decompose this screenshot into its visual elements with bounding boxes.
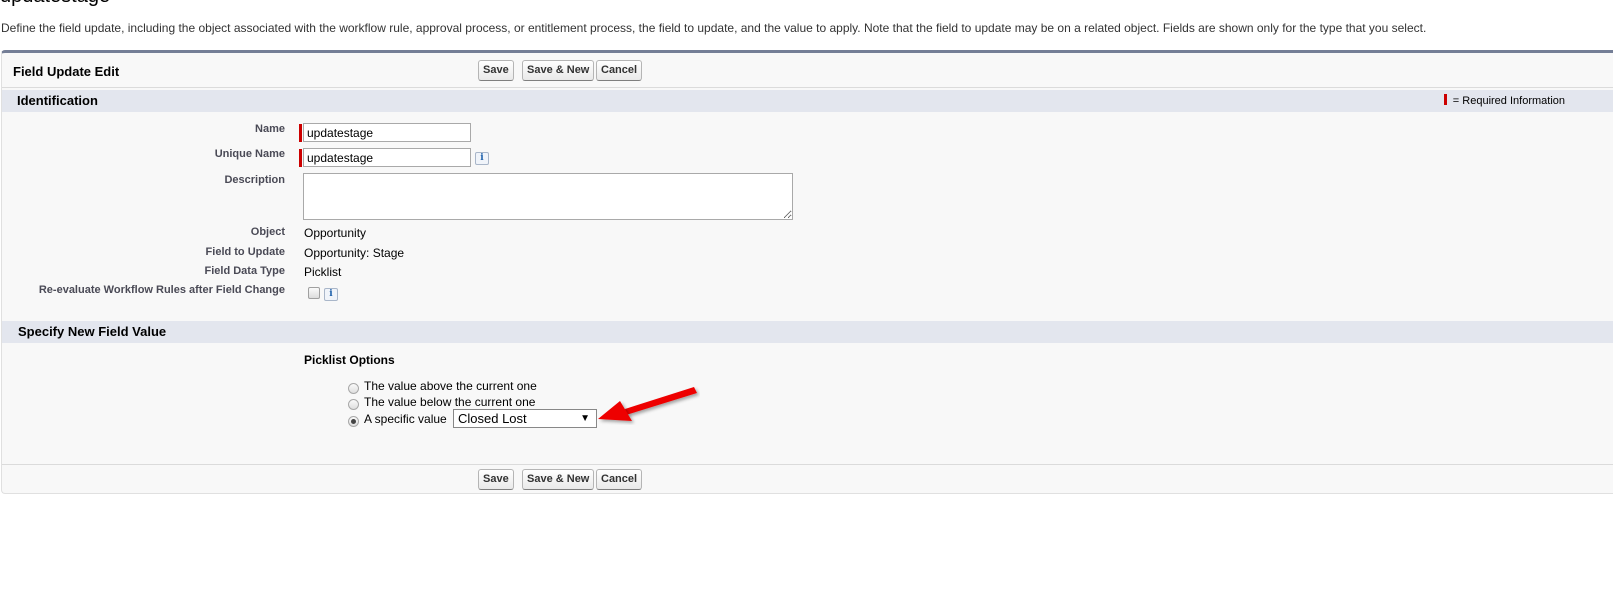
- save-button-bottom[interactable]: Save: [478, 469, 514, 490]
- required-legend-text: = Required Information: [1452, 95, 1565, 107]
- reevaluate-checkbox[interactable]: [308, 287, 320, 299]
- selected-value: Closed Lost: [458, 411, 527, 426]
- radio-label: The value above the current one: [364, 379, 537, 393]
- page-title: updatestage: [0, 0, 110, 6]
- field-data-type-value: Picklist: [304, 265, 342, 279]
- object-value: Opportunity: [304, 226, 367, 240]
- red-arrow-annotation-icon: [598, 387, 697, 421]
- save-button-top[interactable]: Save: [478, 60, 514, 81]
- radio-label: The value below the current one: [364, 395, 536, 409]
- intro-text: Define the field update, including the o…: [1, 21, 1427, 35]
- info-icon[interactable]: i: [475, 152, 489, 165]
- identification-title: Identification: [17, 93, 98, 108]
- required-legend: = Required Information: [1443, 94, 1565, 107]
- field-to-update-label: Field to Update: [205, 246, 285, 258]
- required-marker: [299, 124, 302, 142]
- save-new-button-bottom[interactable]: Save & New: [522, 469, 595, 490]
- description-textarea[interactable]: [303, 173, 793, 220]
- new-value-section-header: Specify New Field Value: [2, 321, 1613, 343]
- field-to-update-value: Opportunity: Stage: [304, 246, 405, 260]
- specific-value-select[interactable]: Closed Lost ▼: [453, 409, 597, 428]
- chevron-down-icon: ▼: [580, 413, 590, 424]
- name-input[interactable]: [303, 123, 471, 142]
- picklist-options-label: Picklist Options: [304, 353, 395, 367]
- name-label: Name: [255, 123, 285, 135]
- unique-name-label: Unique Name: [214, 148, 285, 160]
- required-bar-icon: [1443, 94, 1447, 105]
- object-label: Object: [250, 226, 285, 238]
- identification-section-header: Identification = Required Information: [2, 90, 1613, 112]
- unique-name-input[interactable]: [303, 148, 471, 167]
- reevaluate-label: Re-evaluate Workflow Rules after Field C…: [38, 284, 285, 296]
- info-icon[interactable]: i: [324, 288, 338, 301]
- cancel-button-top[interactable]: Cancel: [596, 60, 643, 81]
- cancel-button-bottom[interactable]: Cancel: [596, 469, 643, 490]
- description-label: Description: [224, 174, 285, 186]
- panel-header: Field Update Edit Save Save & New Cancel: [2, 53, 1613, 88]
- required-marker: [299, 149, 302, 167]
- radio-label: A specific value: [364, 412, 447, 426]
- save-new-button-top[interactable]: Save & New: [522, 60, 595, 81]
- panel-title: Field Update Edit: [13, 64, 120, 79]
- new-value-title: Specify New Field Value: [18, 324, 167, 339]
- footer-divider: [2, 464, 1613, 465]
- radio-specific-value[interactable]: [348, 416, 359, 427]
- field-data-type-label: Field Data Type: [204, 265, 285, 277]
- arrow-shaft: [625, 387, 697, 415]
- radio-value-above[interactable]: [348, 383, 359, 394]
- field-update-edit-panel: Field Update Edit Save Save & New Cancel…: [1, 50, 1613, 494]
- radio-value-below[interactable]: [348, 399, 359, 410]
